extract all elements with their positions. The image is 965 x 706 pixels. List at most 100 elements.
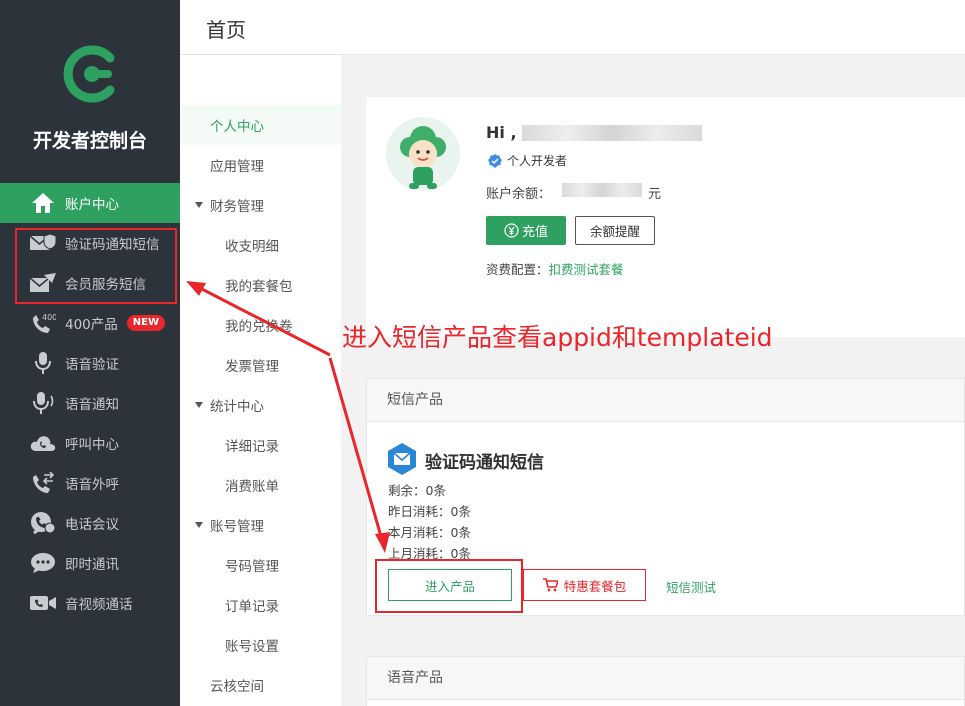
sms-section-title: 短信产品 [367,379,964,422]
balance-unit: 元 [648,187,662,202]
recharge-button[interactable]: 充值 [486,216,566,245]
sidebar-item-label: 语音验证 [65,357,119,373]
subnav-item-label: 我的套餐包 [225,279,293,295]
subnav-item-label: 应用管理 [210,159,264,175]
subnav-item-label: 账号管理 [210,519,264,535]
subnav-item-bills[interactable]: 消费账单 [180,465,341,505]
sidebar-item-video-call[interactable]: 音视频通话 [0,583,180,623]
sidebar-item-outbound[interactable]: 语音外呼 [0,463,180,503]
sidebar-item-label: 账户中心 [65,197,119,213]
sidebar-item-voice-verify[interactable]: 语音验证 [0,343,180,383]
sidebar-item-account-center[interactable]: 账户中心 [0,183,180,223]
subnav-item-label: 号码管理 [225,559,279,575]
new-badge: NEW [126,315,166,331]
console-title: 开发者控制台 [32,130,147,152]
tariff-config: 资费配置：扣费测试套餐 [486,259,624,278]
avatar [386,117,460,191]
sidebar-item-label: 即时通讯 [65,557,119,573]
verified-icon [488,153,502,168]
sidebar-item-voice-notify[interactable]: 语音通知 [0,383,180,423]
subnav-group-account[interactable]: 账号管理 [180,505,341,545]
greeting: Hi , [486,123,517,142]
stat-remaining: 剩余：0条 [388,480,446,499]
subnav-item-personal-center[interactable]: 个人中心 [180,105,341,145]
subnav-group-finance[interactable]: 财务管理 [180,185,341,225]
stat-label: 本月消耗： [388,525,451,540]
subnav-group-statistics[interactable]: 统计中心 [180,385,341,425]
special-package-label: 特惠套餐包 [563,578,627,594]
subnav-item-label: 我的兑换卷 [225,319,293,335]
stat-value: 0条 [425,483,446,498]
sidebar-item-400[interactable]: 400 400产品 NEW [0,303,180,343]
sidebar-item-im[interactable]: 即时通讯 [0,543,180,583]
home-icon [30,191,56,215]
subnav-item-label: 云核空间 [210,679,264,695]
subnav-item-label: 账号设置 [225,639,279,655]
mic-wave-icon [30,391,56,415]
voice-product-card: 语音产品 [366,656,965,706]
sidebar: 开发者控制台 账户中心 验证码通知短信 会员服务短信 400 400产品 NEW… [0,0,180,706]
svg-text:400: 400 [42,313,56,322]
subnav-item-account-settings[interactable]: 账号设置 [180,625,341,665]
mail-hexagon-icon [388,443,416,475]
product-name: 验证码通知短信 [425,453,544,473]
stat-value: 0条 [450,525,471,540]
sidebar-item-conference[interactable]: 电话会议 [0,503,180,543]
conference-icon [30,511,56,535]
subnav-item-label: 消费账单 [225,479,279,495]
subnav-item-my-vouchers[interactable]: 我的兑换卷 [180,305,341,345]
sidebar-item-label: 语音通知 [65,397,119,413]
subnav-item-label: 详细记录 [225,439,279,455]
mic-shield-icon [30,351,56,375]
phone-outgoing-icon [30,471,56,495]
stat-value: 0条 [450,504,471,519]
balance-label: 账户余额： [486,187,552,202]
top-header: 首页 [180,0,965,55]
special-package-button[interactable]: 特惠套餐包 [523,569,646,601]
cloud-phone-icon [30,431,56,455]
blurred-balance [562,183,642,197]
sidebar-item-label: 音视频通话 [65,597,133,613]
sms-test-link[interactable]: 短信测试 [666,577,716,596]
tariff-link[interactable]: 扣费测试套餐 [549,262,624,277]
subnav-item-label: 个人中心 [210,119,264,135]
annotation-text: 进入短信产品查看appid和templateid [342,323,773,352]
subnav-item-label: 订单记录 [225,599,279,615]
phone-400-icon: 400 [30,311,56,335]
sidebar-item-label: 呼叫中心 [65,437,119,453]
yen-circle-icon [504,223,519,238]
subnav-item-transactions[interactable]: 收支明细 [180,225,341,265]
cart-icon [542,578,558,592]
logo-icon [63,45,115,103]
subnav-item-detail-records[interactable]: 详细记录 [180,425,341,465]
caret-down-icon [195,402,203,408]
recharge-label: 充值 [521,225,548,240]
subnav-item-label: 收支明细 [225,239,279,255]
caret-down-icon [195,202,203,208]
voice-section-title: 语音产品 [367,657,964,700]
blurred-username [522,125,702,141]
stat-this-month: 本月消耗：0条 [388,522,471,541]
highlight-box-sms-menu [15,228,177,304]
sidebar-item-call-center[interactable]: 呼叫中心 [0,423,180,463]
subnav-item-app-management[interactable]: 应用管理 [180,145,341,185]
subnav-item-invoices[interactable]: 发票管理 [180,345,341,385]
account-type-label: 个人开发者 [507,154,568,168]
chat-icon [30,551,56,575]
video-call-icon [30,591,56,615]
subnav-item-cloud-space[interactable]: 云核空间 [180,665,341,705]
stat-yesterday: 昨日消耗：0条 [388,501,471,520]
caret-down-icon [195,522,203,528]
subnav-item-label: 统计中心 [210,399,264,415]
stat-label: 昨日消耗： [388,504,451,519]
subnav-item-my-packages[interactable]: 我的套餐包 [180,265,341,305]
subnav-item-orders[interactable]: 订单记录 [180,585,341,625]
sidebar-item-label: 语音外呼 [65,477,119,493]
subnav-item-label: 财务管理 [210,199,264,215]
user-info-card: Hi , 个人开发者 账户余额： 元 充值 余额提醒 资费配置：扣费测试套餐 [366,97,965,337]
page-title: 首页 [206,18,246,42]
balance-reminder-button[interactable]: 余额提醒 [575,216,655,245]
sidebar-item-label: 400产品 [65,317,118,333]
subnav-item-numbers[interactable]: 号码管理 [180,545,341,585]
highlight-box-enter-product [375,559,523,613]
